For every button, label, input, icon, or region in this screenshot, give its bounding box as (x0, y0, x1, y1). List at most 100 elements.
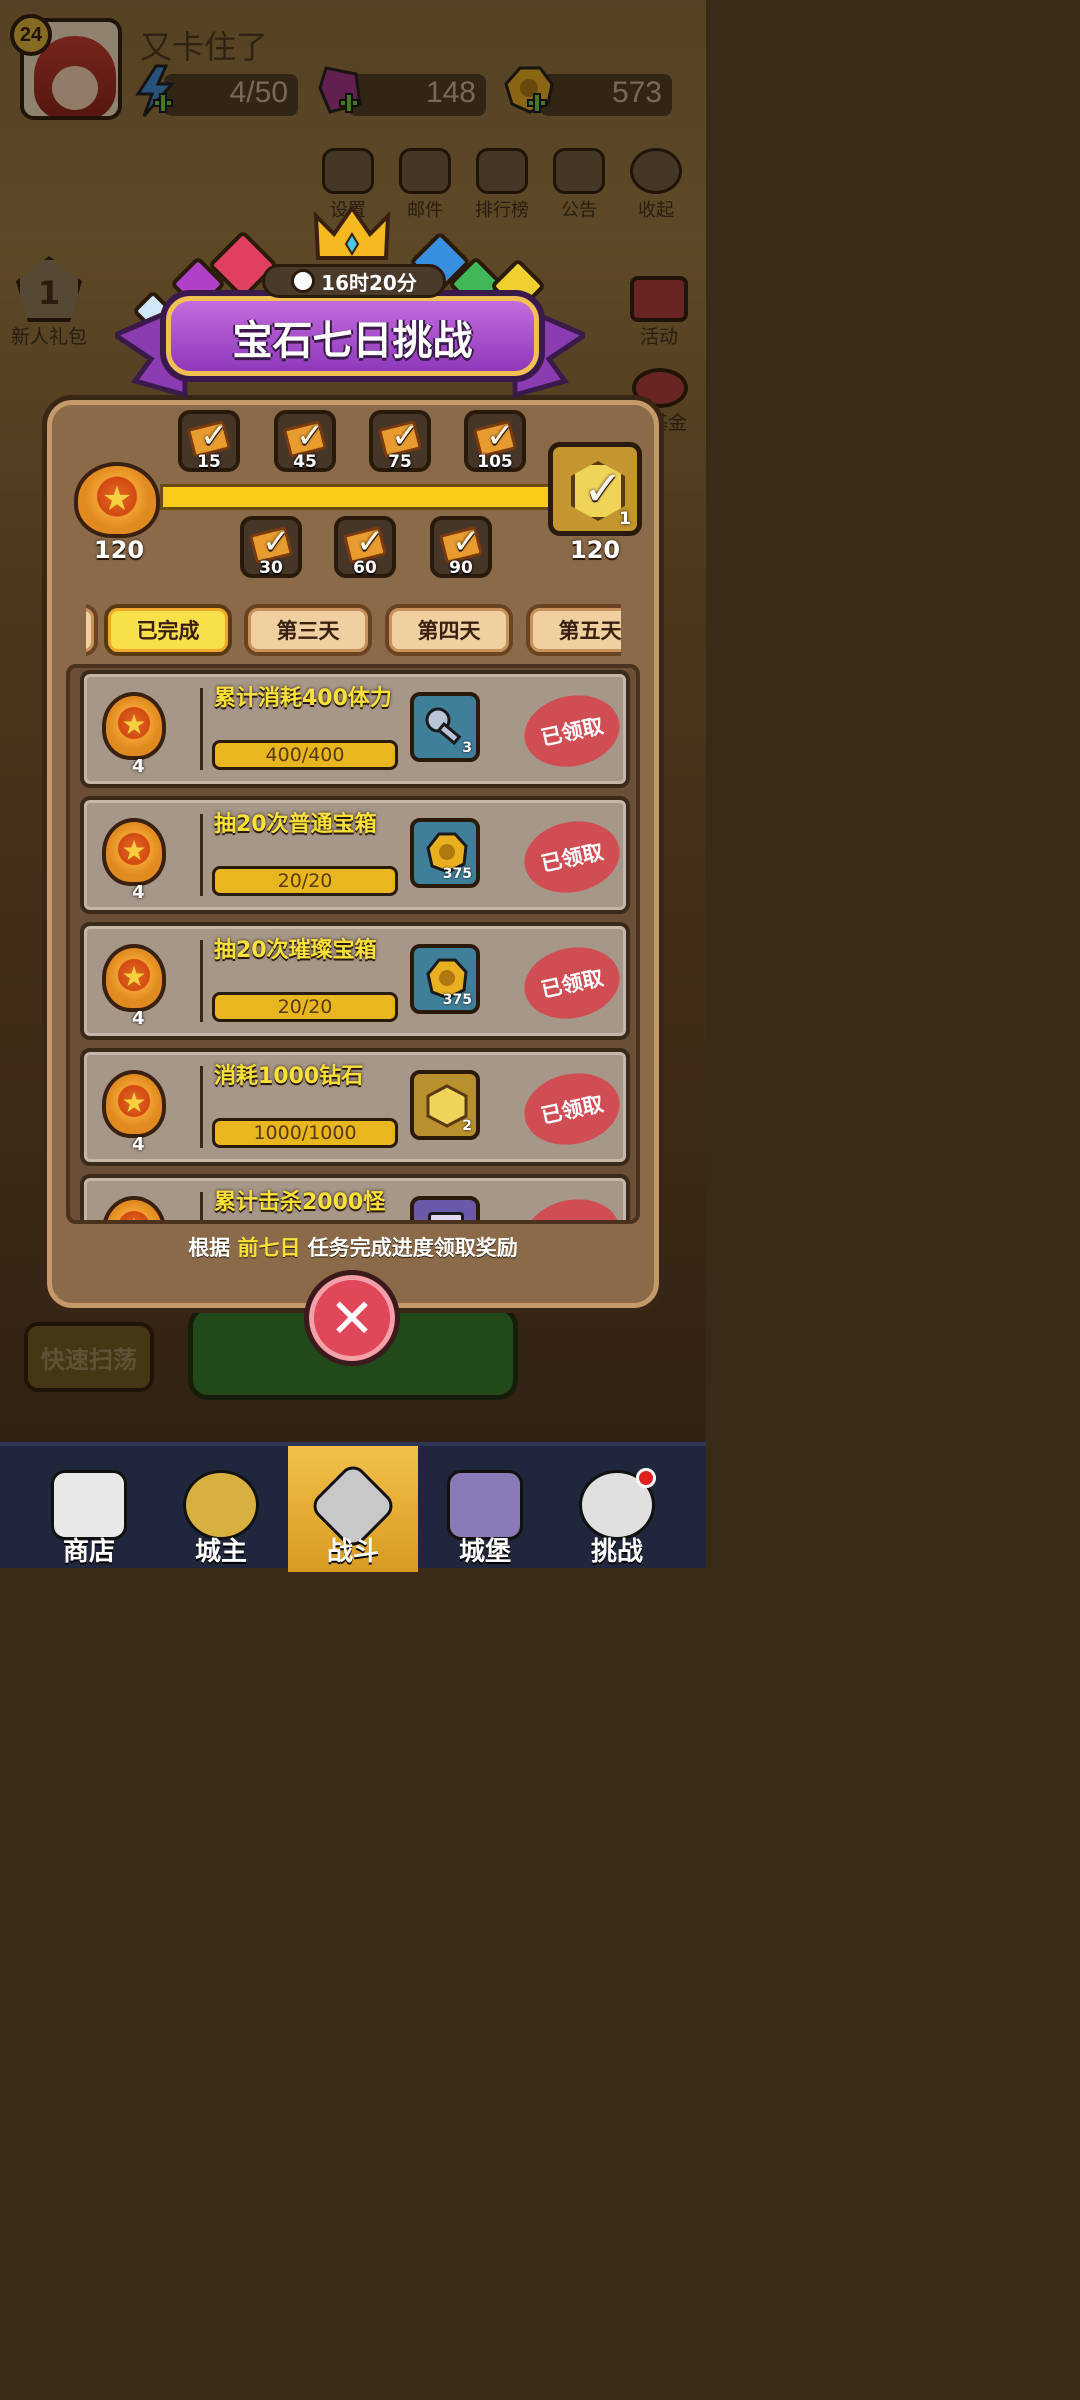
task-row: ★ 4 累计消耗400体力 400/400 3 已领取 (80, 670, 630, 788)
nav-castle[interactable]: 城堡 (420, 1446, 550, 1572)
milestone-reward[interactable]: ✓ 105 (464, 410, 526, 472)
task-progress: 1000/1000 (212, 1118, 398, 1148)
milestone-points: 90 (449, 558, 473, 578)
reward-count: 3 (462, 740, 472, 756)
nav-battle[interactable]: 战斗 (288, 1446, 418, 1572)
divider (200, 688, 203, 770)
badge-count: 4 (132, 882, 145, 903)
start-points: 120 (94, 536, 145, 564)
milestone-points: 60 (353, 558, 377, 578)
checkmark-icon: ✓ (391, 416, 420, 456)
scroll-icon (428, 1212, 464, 1220)
nav-castle-label: 城堡 (458, 1537, 511, 1567)
claimed-text: 已领取 (538, 1091, 606, 1129)
nav-shop-label: 商店 (62, 1537, 115, 1567)
claimed-stamp: 已领取 (518, 687, 626, 775)
crown-icon (183, 1470, 259, 1540)
checkmark-icon: ✓ (262, 522, 291, 562)
task-reward[interactable]: 2 (410, 1070, 480, 1140)
tab-day-previous[interactable] (86, 604, 98, 656)
tab-day-3[interactable]: 第三天 (244, 604, 372, 656)
milestone-reward[interactable]: ✓ 60 (334, 516, 396, 578)
points-progress-bar (160, 484, 552, 510)
checkmark-icon: ✓ (583, 461, 624, 517)
star-icon: ★ (101, 478, 133, 519)
task-name: 抽20次普通宝箱 (214, 812, 377, 837)
nav-lord[interactable]: 城主 (156, 1446, 286, 1572)
points-badge: ★ (102, 944, 166, 1012)
notification-dot (636, 1468, 656, 1488)
close-button[interactable]: ✕ (304, 1270, 400, 1366)
event-timer: 16时20分 (262, 264, 446, 298)
badge-count: 4 (132, 756, 145, 777)
task-progress: 20/20 (212, 992, 398, 1022)
checkmark-icon: ✓ (452, 522, 481, 562)
clock-icon (291, 269, 316, 293)
task-reward[interactable] (410, 1196, 480, 1220)
milestone-reward[interactable]: ✓ 75 (369, 410, 431, 472)
claimed-stamp: 已领取 (518, 813, 626, 901)
claimed-stamp: 已领取 (518, 939, 626, 1027)
task-reward[interactable]: 3 (410, 692, 480, 762)
milestone-reward[interactable]: ✓ 15 (178, 410, 240, 472)
divider (200, 1192, 203, 1220)
divider (200, 1066, 203, 1148)
task-row: ★ 累计击杀2000怪 (80, 1174, 630, 1220)
grand-prize-reward[interactable]: ✓ 1 (548, 442, 642, 536)
task-progress: 20/20 (212, 866, 398, 896)
day-tabs: 已完成 第三天 第四天 第五天 (86, 600, 621, 662)
milestone-points: 45 (293, 452, 317, 472)
milestone-reward[interactable]: ✓ 30 (240, 516, 302, 578)
tab-completed[interactable]: 已完成 (104, 604, 232, 656)
milestone-reward[interactable]: ✓ 90 (430, 516, 492, 578)
star-icon: ★ (121, 959, 147, 993)
castle-icon (447, 1470, 523, 1540)
star-icon: ★ (121, 707, 147, 741)
reward-count: 375 (442, 992, 472, 1008)
divider (200, 814, 203, 896)
footer-suffix: 任务完成进度领取奖励 (300, 1236, 518, 1260)
checkmark-icon: ✓ (356, 522, 385, 562)
points-badge: ★ (102, 1196, 166, 1220)
star-icon: ★ (121, 1085, 147, 1119)
points-badge: ★ (102, 1070, 166, 1138)
task-list[interactable]: ★ 4 累计消耗400体力 400/400 3 已领取 ★ 4 抽20次普通宝箱… (66, 664, 640, 1224)
task-row: ★ 4 消耗1000钻石 1000/1000 2 已领取 (80, 1048, 630, 1166)
points-badge: ★ (74, 462, 160, 538)
nav-lord-label: 城主 (194, 1537, 247, 1567)
task-reward[interactable]: 375 (410, 818, 480, 888)
checkmark-icon: ✓ (296, 416, 325, 456)
star-icon: ★ (121, 1214, 146, 1220)
claimed-stamp (518, 1191, 626, 1220)
event-title: 宝石七日挑战 (232, 318, 473, 364)
claimed-text: 已领取 (538, 839, 606, 877)
nav-challenge-label: 挑战 (590, 1537, 643, 1567)
grand-prize-count: 1 (619, 509, 631, 529)
milestone-points: 15 (197, 452, 221, 472)
reward-count: 375 (442, 866, 472, 882)
nav-shop[interactable]: 商店 (24, 1446, 154, 1572)
task-row: ★ 4 抽20次普通宝箱 20/20 375 已领取 (80, 796, 630, 914)
event-footer-note: 根据 前七日 任务完成进度领取奖励 (0, 1232, 706, 1262)
claimed-stamp: 已领取 (518, 1065, 626, 1153)
claimed-text: 已领取 (538, 965, 606, 1003)
footer-prefix: 根据 (188, 1236, 238, 1260)
milestone-points: 30 (259, 558, 283, 578)
timer-text: 16时20分 (321, 270, 417, 295)
grand-prize-points: 120 (570, 536, 621, 564)
claimed-text: 已领取 (538, 713, 606, 751)
points-progress-fill (163, 487, 549, 507)
tab-day-4[interactable]: 第四天 (385, 604, 513, 656)
close-icon: ✕ (329, 1286, 375, 1350)
star-icon: ★ (121, 833, 147, 867)
task-progress: 400/400 (212, 740, 398, 770)
task-name: 消耗1000钻石 (214, 1064, 364, 1089)
task-reward[interactable]: 375 (410, 944, 480, 1014)
tab-day-5[interactable]: 第五天 (526, 604, 621, 656)
crown-icon (313, 204, 391, 260)
milestone-points: 75 (388, 452, 412, 472)
nav-challenge[interactable]: 挑战 (552, 1446, 682, 1572)
points-badge: ★ (102, 692, 166, 760)
milestone-reward[interactable]: ✓ 45 (274, 410, 336, 472)
bottom-nav: 商店 城主 战斗 城堡 挑战 (0, 1442, 706, 1572)
